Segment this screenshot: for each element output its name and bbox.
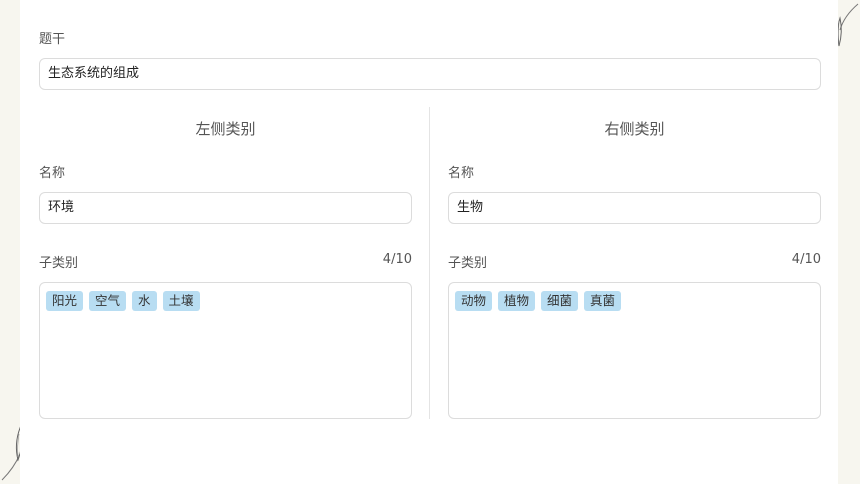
right-tag[interactable]: 细菌 [541,291,579,311]
left-subcategory-tag-box[interactable]: 阳光 空气水土壤 [39,282,412,419]
right-tag[interactable]: 真菌 [584,291,622,311]
left-tag[interactable]: 阳光 [46,291,84,311]
left-subcategory-label: 子类别 [39,256,79,271]
left-subcategory-count: 4/10 [382,252,412,267]
left-name-label: 名称 [39,166,66,181]
right-subcategory-count: 4/10 [791,252,821,267]
left-tag[interactable]: 水 [132,291,157,311]
right-tag[interactable]: 植物 [498,291,536,311]
left-tag[interactable]: 土壤 [162,291,200,311]
right-subcategory-label: 子类别 [448,256,488,271]
right-subcategory-tag-box[interactable]: 动物 植物 细菌 真菌 [448,282,821,419]
left-name-input[interactable]: 环境 [39,192,412,224]
right-tag[interactable]: 动物 [455,291,493,311]
left-tag[interactable]: 空气 [89,291,127,311]
stem-input[interactable]: 生态系统的组成 [39,58,821,90]
right-name-input[interactable]: 生物 [448,192,821,224]
column-divider [429,107,430,419]
right-category-title: 右侧类别 [604,120,665,138]
stem-label: 题干 [39,32,66,47]
left-category-title: 左侧类别 [195,120,256,138]
right-name-label: 名称 [448,166,475,181]
page: 题干 生态系统的组成 左侧类别 名称 环境 子类别 4/10 阳光 空气水土壤 右… [0,0,860,484]
